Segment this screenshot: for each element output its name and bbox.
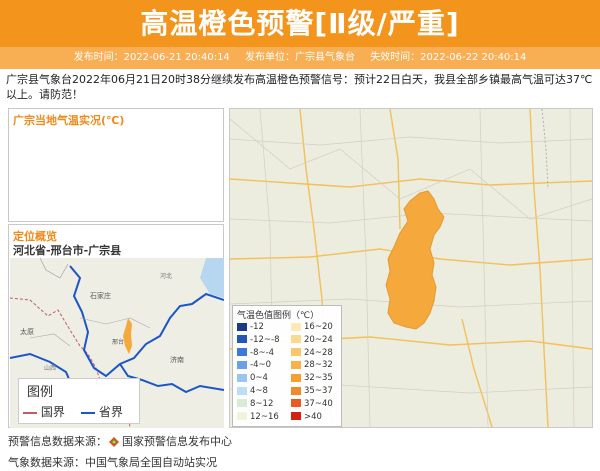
- legend-label: 24~28: [304, 347, 333, 358]
- temperature-legend-item: -8~-4: [237, 348, 274, 358]
- legend-province-label: 省界: [98, 405, 123, 419]
- location-path: 河北省-邢台市-广宗县: [13, 244, 122, 257]
- temperature-legend-item: 16~20: [291, 322, 333, 332]
- legend-label: 12~16: [250, 411, 279, 422]
- temperature-legend-item: 32~35: [291, 373, 333, 383]
- label-hebei: 河北: [160, 272, 172, 280]
- legend-swatch: [237, 360, 247, 369]
- legend-label: -4~0: [250, 360, 272, 371]
- warning-source-label: 预警信息数据来源：: [8, 435, 107, 448]
- legend-label: 0~4: [250, 373, 268, 384]
- label-taiyuan: 太原: [20, 327, 34, 336]
- temperature-panel-title: 广宗当地气温实况(℃): [13, 114, 125, 127]
- map-legend: 图例 国界 省界: [18, 378, 140, 424]
- temperature-legend-item: 24~28: [291, 348, 333, 358]
- warning-title: 高温橙色预警[Ⅱ级/严重]: [140, 7, 460, 40]
- warning-meta-bar: 发布时间：2022-06-21 20:40:14 发布单位：广宗县气象台 失效时…: [0, 47, 600, 69]
- legend-swatch: [237, 373, 247, 382]
- legend-swatch: [237, 348, 247, 357]
- legend-label: 28~32: [304, 360, 333, 371]
- legend-label: -12: [250, 322, 264, 332]
- temperature-legend-item: 20~24: [291, 335, 333, 345]
- temperature-panel: 广宗当地气温实况(℃): [8, 108, 224, 222]
- legend-swatch: [291, 386, 301, 395]
- legend-label: 16~20: [304, 322, 333, 332]
- province-line-icon: [81, 411, 95, 414]
- legend-swatch: [237, 322, 247, 331]
- label-xingtai: 邢台: [112, 338, 124, 346]
- temperature-legend-item: 12~16: [237, 412, 279, 422]
- warning-source-name[interactable]: 国家预警信息发布中心: [122, 435, 232, 448]
- legend-swatch: [237, 335, 247, 344]
- temperature-legend-item: >40: [291, 412, 322, 422]
- legend-label: 8~12: [250, 398, 274, 409]
- legend-label: -12~-8: [250, 334, 280, 345]
- publish-time: 发布时间：2022-06-21 20:40:14: [73, 52, 230, 63]
- legend-swatch: [291, 335, 301, 344]
- country-line-icon: [23, 411, 37, 414]
- legend-swatch: [291, 360, 301, 369]
- label-shijiazhuang: 石家庄: [90, 291, 111, 300]
- temperature-legend-item: 8~12: [237, 399, 273, 409]
- county-detail-map[interactable]: 气温色值图例（℃） -12 16~20 -12~-8 20~24 -8~-4 24~28 -…: [229, 108, 593, 428]
- legend-label: 37~40: [304, 398, 333, 409]
- legend-country-label: 国界: [40, 405, 65, 419]
- map-legend-title: 图例: [27, 385, 54, 400]
- publisher: 发布单位：广宗县气象台: [245, 52, 355, 63]
- legend-swatch: [291, 412, 301, 421]
- legend-swatch: [237, 399, 247, 408]
- legend-label: 20~24: [304, 334, 333, 345]
- legend-label: 35~37: [304, 386, 333, 396]
- temperature-legend-item: 35~37: [291, 386, 333, 396]
- weather-source-line: 气象数据来源：中国气象局全国自动站实况: [8, 456, 217, 469]
- legend-swatch: [291, 322, 301, 331]
- temperature-legend-item: 4~8: [237, 386, 268, 396]
- temperature-legend-item: -12: [237, 322, 264, 332]
- temperature-legend-item: -12~-8: [237, 335, 279, 345]
- temperature-legend: 气温色值图例（℃） -12 16~20 -12~-8 20~24 -8~-4 24~28 -…: [232, 305, 342, 427]
- location-panel: 定位概览 河北省-邢台市-广宗县 石家庄 太原 济南 邢台 河北 山西 图例 国…: [8, 224, 224, 428]
- warning-source-line: 预警信息数据来源： 国家预警信息发布中心: [8, 433, 232, 449]
- temperature-legend-item: -4~0: [237, 360, 271, 370]
- label-jinan: 济南: [170, 355, 184, 364]
- legend-label: -8~-4: [250, 347, 275, 358]
- legend-swatch: [237, 412, 247, 421]
- warning-description: 广宗县气象台2022年06月21日20时38分继续发布高温橙色预警信号：预计22…: [6, 73, 593, 101]
- overview-map[interactable]: 石家庄 太原 济南 邢台 河北 山西 图例 国界 省界: [10, 258, 224, 428]
- legend-province-border: 省界: [81, 403, 123, 420]
- label-shanxi: 山西: [44, 364, 56, 372]
- expire-time: 失效时间：2022-06-22 20:40:14: [370, 52, 527, 63]
- temperature-legend-item: 0~4: [237, 373, 268, 383]
- legend-label: 4~8: [250, 386, 268, 396]
- legend-country-border: 国界: [23, 403, 65, 420]
- legend-swatch: [291, 399, 301, 408]
- temperature-legend-item: 37~40: [291, 399, 333, 409]
- legend-label: >40: [304, 411, 322, 422]
- temperature-legend-item: 28~32: [291, 360, 333, 370]
- legend-swatch: [237, 386, 247, 395]
- legend-swatch: [291, 348, 301, 357]
- temperature-legend-title: 气温色值图例（℃）: [237, 311, 320, 321]
- legend-label: 32~35: [304, 373, 333, 384]
- legend-swatch: [291, 373, 301, 382]
- warning-center-logo-icon: [109, 437, 119, 447]
- warning-header: 高温橙色预警[Ⅱ级/严重]: [0, 0, 600, 47]
